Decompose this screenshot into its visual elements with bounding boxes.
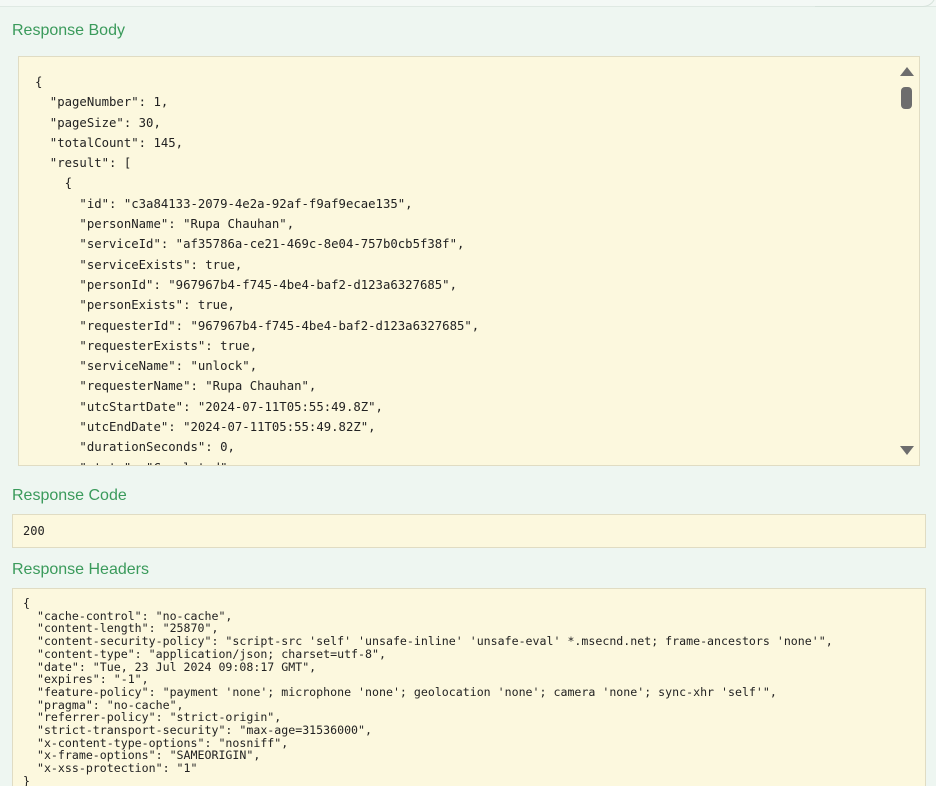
response-body-json[interactable]: { "pageNumber": 1, "pageSize": 30, "tota… bbox=[35, 72, 479, 465]
scroll-up-arrow-icon[interactable] bbox=[900, 67, 914, 76]
top-strip-curve bbox=[815, 0, 936, 7]
response-code-panel: 200 bbox=[12, 514, 926, 548]
scroll-down-arrow-icon[interactable] bbox=[900, 446, 914, 455]
response-body-panel[interactable]: { "pageNumber": 1, "pageSize": 30, "tota… bbox=[18, 56, 920, 466]
response-headers-panel[interactable]: { "cache-control": "no-cache", "content-… bbox=[12, 588, 926, 786]
response-body-title: Response Body bbox=[12, 22, 125, 39]
scroll-thumb[interactable] bbox=[901, 87, 912, 109]
response-headers-title: Response Headers bbox=[12, 561, 149, 578]
response-body-scrollbar[interactable] bbox=[893, 57, 919, 465]
response-code-title: Response Code bbox=[12, 487, 127, 504]
response-headers-json[interactable]: { "cache-control": "no-cache", "content-… bbox=[23, 597, 833, 786]
top-strip bbox=[0, 0, 936, 7]
response-code-value: 200 bbox=[23, 524, 45, 538]
